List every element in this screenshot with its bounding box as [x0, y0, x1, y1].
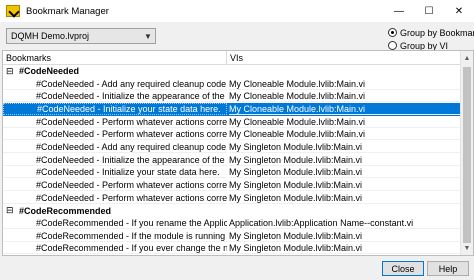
table-row[interactable]: #CodeNeeded - Add any required cleanup c…	[3, 141, 473, 154]
group-by-options: Group by Bookmark Group by VI	[388, 26, 474, 52]
bookmark-cell: #CodeNeeded - Perform whatever actions c…	[3, 180, 227, 192]
bookmark-cell: #CodeRecommended - If the module is runn…	[3, 231, 227, 242]
column-header-vis[interactable]: VIs	[227, 51, 473, 65]
bookmark-cell: #CodeNeeded - Initialize the appearance …	[3, 91, 227, 103]
table-row[interactable]: #CodeRecommended - If you ever change th…	[3, 243, 473, 255]
bookmark-cell: #CodeNeeded - Add any required cleanup c…	[3, 142, 227, 153]
group-by-bookmark-label: Group by Bookmark	[400, 27, 474, 38]
bookmark-cell: #CodeRecommended - If you ever change th…	[3, 243, 227, 255]
table-row[interactable]: #CodeNeeded - Perform whatever actions c…	[3, 179, 473, 192]
vi-cell: My Singleton Module.lvlib:Main.vi	[229, 243, 461, 255]
vertical-scrollbar[interactable]: ▲ ▼	[460, 51, 473, 255]
vi-cell: My Singleton Module.lvlib:Main.vi	[229, 142, 461, 153]
scroll-down-icon[interactable]: ▼	[461, 241, 473, 255]
bookmark-cell: #CodeNeeded - Add any required cleanup c…	[3, 79, 227, 90]
group-by-bookmark-option[interactable]: Group by Bookmark	[388, 26, 474, 39]
table-row[interactable]: #CodeNeeded - Perform whatever actions c…	[3, 116, 473, 129]
help-button[interactable]: Help	[427, 261, 469, 276]
vi-cell: My Singleton Module.lvlib:Main.vi	[229, 155, 461, 166]
table-row[interactable]: #CodeNeeded - Perform whatever actions c…	[3, 128, 473, 141]
table-header: Bookmarks VIs	[3, 51, 473, 65]
close-window-button[interactable]: ✕	[444, 0, 474, 22]
table-row[interactable]: #CodeNeeded - Initialize your state data…	[3, 167, 473, 180]
vi-cell: My Singleton Module.lvlib:Main.vi	[229, 180, 461, 192]
table-row[interactable]: #CodeRecommended - If the module is runn…	[3, 230, 473, 243]
bookmark-app-icon	[6, 5, 20, 17]
vi-cell: My Singleton Module.lvlib:Main.vi	[229, 231, 461, 242]
vi-cell: My Cloneable Module.lvlib:Main.vi	[229, 129, 461, 141]
project-dropdown[interactable]: DQMH Demo.lvproj ▼	[6, 28, 156, 44]
maximize-button[interactable]: ☐	[414, 0, 444, 22]
window-title: Bookmark Manager	[26, 5, 109, 17]
project-dropdown-value: DQMH Demo.lvproj	[11, 31, 90, 41]
table-row[interactable]: #CodeNeeded - Add any required cleanup c…	[3, 78, 473, 91]
radio-selected-icon[interactable]	[388, 28, 397, 37]
title-bar: Bookmark Manager — ☐ ✕	[0, 0, 474, 22]
group-row[interactable]: ⊟ #CodeNeeded	[3, 65, 473, 78]
table-row[interactable]: #CodeNeeded - Initialize the appearance …	[3, 90, 473, 103]
column-header-bookmarks[interactable]: Bookmarks	[3, 51, 227, 65]
scroll-up-icon[interactable]: ▲	[461, 51, 473, 65]
group-row[interactable]: ⊟ #CodeRecommended	[3, 205, 473, 218]
table-row[interactable]: #CodeNeeded - Perform whatever actions c…	[3, 192, 473, 205]
bookmark-cell: #CodeNeeded - Perform whatever actions c…	[3, 129, 227, 141]
bookmark-cell: #CodeRecommended - If you rename the App…	[3, 218, 227, 230]
scroll-thumb[interactable]	[463, 67, 471, 243]
group-by-vi-label: Group by VI	[400, 40, 449, 51]
bookmark-cell: #CodeRecommended	[19, 205, 112, 216]
table-row[interactable]: #CodeNeeded - Initialize your state data…	[3, 103, 473, 116]
vi-cell: My Cloneable Module.lvlib:Main.vi	[229, 79, 461, 90]
bookmark-cell: #CodeNeeded	[19, 66, 80, 77]
bookmark-cell: #CodeNeeded - Initialize your state data…	[3, 167, 227, 179]
vi-cell: My Cloneable Module.lvlib:Main.vi	[229, 117, 461, 128]
vi-cell: My Singleton Module.lvlib:Main.vi	[229, 167, 461, 179]
bookmark-cell: #CodeNeeded - Initialize your state data…	[3, 103, 227, 116]
bookmark-cell: #CodeNeeded - Perform whatever actions c…	[3, 117, 227, 128]
vi-cell: My Cloneable Module.lvlib:Main.vi	[229, 91, 461, 103]
vi-cell: My Singleton Module.lvlib:Main.vi	[229, 193, 461, 204]
window-controls: — ☐ ✕	[384, 0, 474, 22]
chevron-down-icon[interactable]: ▼	[141, 29, 155, 43]
bookmark-cell: #CodeNeeded - Perform whatever actions c…	[3, 193, 227, 204]
vi-cell: Application.lvlib:Application Name--cons…	[229, 218, 461, 230]
table-body: ⊟ #CodeNeeded #CodeNeeded - Add any requir…	[3, 65, 473, 255]
vi-cell: My Cloneable Module.lvlib:Main.vi	[229, 104, 461, 115]
table-row[interactable]: #CodeNeeded - Initialize the appearance …	[3, 154, 473, 167]
minimize-button[interactable]: —	[384, 0, 414, 22]
radio-unselected-icon[interactable]	[388, 41, 397, 50]
bookmarks-table: Bookmarks VIs ⊟ #CodeNeeded #CodeNeeded - …	[2, 50, 474, 256]
table-row[interactable]: #CodeRecommended - If you rename the App…	[3, 217, 473, 230]
close-button[interactable]: Close	[382, 261, 424, 276]
bookmark-cell: #CodeNeeded - Initialize the appearance …	[3, 155, 227, 166]
